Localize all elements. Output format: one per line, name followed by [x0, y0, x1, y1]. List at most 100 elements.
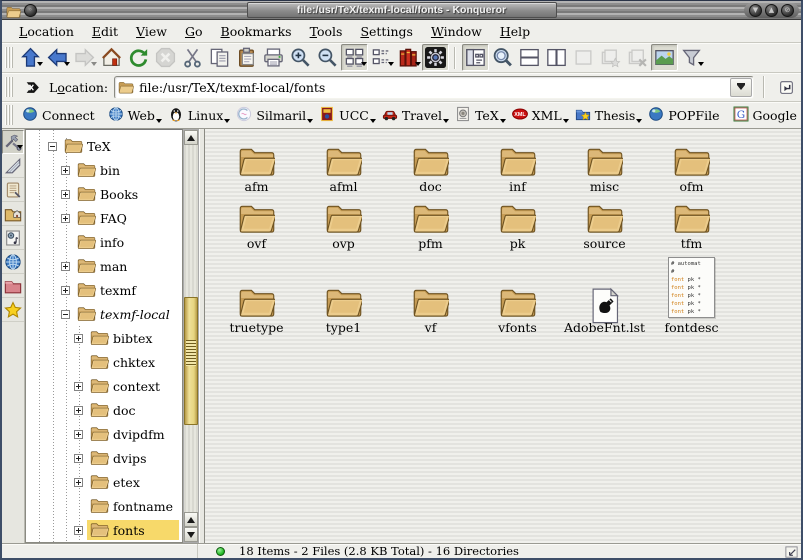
dropdown-arrow-icon[interactable] — [361, 62, 367, 69]
gear-globe-button[interactable] — [422, 44, 449, 71]
menu-settings[interactable]: Settings — [351, 22, 422, 41]
icon-view-button[interactable] — [341, 44, 368, 71]
dropdown-arrow-icon[interactable] — [443, 119, 449, 126]
sidebar-tab-bookmark-flag[interactable] — [2, 154, 24, 178]
expand-icon[interactable] — [74, 334, 83, 343]
go-button[interactable] — [775, 76, 797, 98]
clear-location-button[interactable] — [21, 76, 43, 98]
zoom-in-button[interactable] — [287, 44, 314, 71]
dropdown-arrow-icon[interactable] — [415, 62, 421, 69]
file-item-adobefnt-lst[interactable]: AdobeFnt.lst — [561, 251, 648, 335]
tree-item-dvips[interactable]: dvips — [26, 446, 182, 470]
dropdown-arrow-icon[interactable] — [563, 119, 569, 126]
file-item-pfm[interactable]: pfm — [387, 194, 474, 251]
file-item-afml[interactable]: afml — [300, 137, 387, 194]
file-item-ovp[interactable]: ovp — [300, 194, 387, 251]
expand-icon[interactable] — [74, 478, 83, 487]
file-item-doc[interactable]: doc — [387, 137, 474, 194]
sidebar-tab-home-folder[interactable] — [2, 202, 24, 226]
tree-scrollbar[interactable] — [183, 129, 199, 543]
tree-item-bin[interactable]: bin — [26, 158, 182, 182]
bookmark-popfile[interactable]: POPFile — [643, 103, 727, 128]
expand-icon[interactable] — [61, 214, 70, 223]
resize-grip-icon[interactable] — [784, 545, 799, 558]
file-item-pk[interactable]: pk — [474, 194, 561, 251]
scrollbar-thumb[interactable] — [184, 297, 198, 425]
dropdown-arrow-icon[interactable] — [388, 62, 394, 69]
expand-icon[interactable] — [74, 406, 83, 415]
file-item-truetype[interactable]: truetype — [213, 251, 300, 335]
menu-edit[interactable]: Edit — [83, 22, 127, 41]
menu-view[interactable]: View — [127, 22, 176, 41]
file-item-vf[interactable]: vf — [387, 251, 474, 335]
file-item-tfm[interactable]: tfm — [648, 194, 735, 251]
print-button[interactable] — [260, 44, 287, 71]
split-vertical-button[interactable] — [543, 44, 570, 71]
expand-icon[interactable] — [74, 382, 83, 391]
sidebar-tab-network-globe[interactable] — [2, 250, 24, 274]
menu-go[interactable]: Go — [176, 22, 212, 41]
file-item-misc[interactable]: misc — [561, 137, 648, 194]
dropdown-arrow-icon[interactable] — [156, 119, 162, 126]
dropdown-arrow-icon[interactable] — [17, 145, 23, 152]
paste-button[interactable] — [233, 44, 260, 71]
dropdown-arrow-icon[interactable] — [636, 119, 642, 126]
file-item-inf[interactable]: inf — [474, 137, 561, 194]
close-button[interactable]: ⊘ — [781, 4, 794, 17]
image-preview-button[interactable] — [651, 44, 678, 71]
tree-item-faq[interactable]: FAQ — [26, 206, 182, 230]
menu-window[interactable]: Window — [422, 22, 491, 41]
tree-item-chktex[interactable]: chktex — [26, 350, 182, 374]
panel-toggle-button[interactable] — [462, 44, 489, 71]
expand-icon[interactable] — [74, 430, 83, 439]
sidebar-tab-root-folder[interactable] — [2, 274, 24, 298]
bookmark-xml[interactable]: XMLXML — [507, 103, 570, 128]
bookshelf-button[interactable] — [395, 44, 422, 71]
bookmark-web[interactable]: Web — [103, 103, 163, 128]
scroll-up-button-2[interactable] — [184, 512, 198, 527]
expand-icon[interactable] — [61, 262, 70, 271]
collapse-icon[interactable] — [61, 310, 70, 319]
split-horizontal-button[interactable] — [516, 44, 543, 71]
bookmark-linux[interactable]: Linux — [163, 103, 231, 128]
tree-item-doc[interactable]: doc — [26, 398, 182, 422]
location-dropdown-arrow[interactable] — [730, 78, 752, 97]
bookmark-connect[interactable]: Connect — [17, 103, 103, 128]
dropdown-arrow-icon[interactable] — [64, 62, 70, 69]
bookmark-tex[interactable]: TeX — [450, 103, 507, 128]
home-button[interactable] — [98, 44, 125, 71]
maximize-button[interactable]: ▲ — [765, 4, 778, 17]
dropdown-arrow-icon[interactable] — [698, 62, 704, 69]
dropdown-arrow-icon[interactable] — [91, 62, 97, 69]
file-item-ovf[interactable]: ovf — [213, 194, 300, 251]
filter-button[interactable] — [678, 44, 705, 71]
expand-icon[interactable] — [61, 286, 70, 295]
file-item-fontdesc[interactable]: # automat#font pk *font pk *font pk *fon… — [648, 251, 735, 335]
back-arrow-button[interactable] — [44, 44, 71, 71]
bookmark-google[interactable]: GGoogle — [728, 103, 803, 128]
scroll-up-button[interactable] — [184, 130, 198, 145]
tree-item-etex[interactable]: etex — [26, 470, 182, 494]
reload-button[interactable] — [125, 44, 152, 71]
tree-item-texmf[interactable]: texmf — [26, 278, 182, 302]
toolbar-grip[interactable] — [5, 77, 13, 98]
pin-button[interactable]: ◦ — [24, 4, 37, 17]
tree-item-tex[interactable]: TeX — [26, 134, 182, 158]
tree-item-books[interactable]: Books — [26, 182, 182, 206]
collapse-icon[interactable] — [48, 142, 57, 151]
bookmark-thesis[interactable]: Thesis — [570, 103, 644, 128]
file-item-source[interactable]: source — [561, 194, 648, 251]
tree-item-texmf-local[interactable]: texmf-local — [26, 302, 182, 326]
minimize-button[interactable]: ▼ — [749, 4, 762, 17]
copy-button[interactable] — [206, 44, 233, 71]
toolbar-grip[interactable] — [5, 47, 13, 69]
zoom-out-button[interactable] — [314, 44, 341, 71]
file-item-afm[interactable]: afm — [213, 137, 300, 194]
dropdown-arrow-icon[interactable] — [37, 62, 43, 69]
tree-item-fonts[interactable]: fonts — [26, 518, 182, 542]
tree-item-info[interactable]: info — [26, 230, 182, 254]
file-item-ofm[interactable]: ofm — [648, 137, 735, 194]
sidebar-tab-services[interactable] — [2, 226, 24, 250]
sidebar-tab-bookmarks-star[interactable] — [2, 298, 24, 322]
tree-item-dvipdfm[interactable]: dvipdfm — [26, 422, 182, 446]
